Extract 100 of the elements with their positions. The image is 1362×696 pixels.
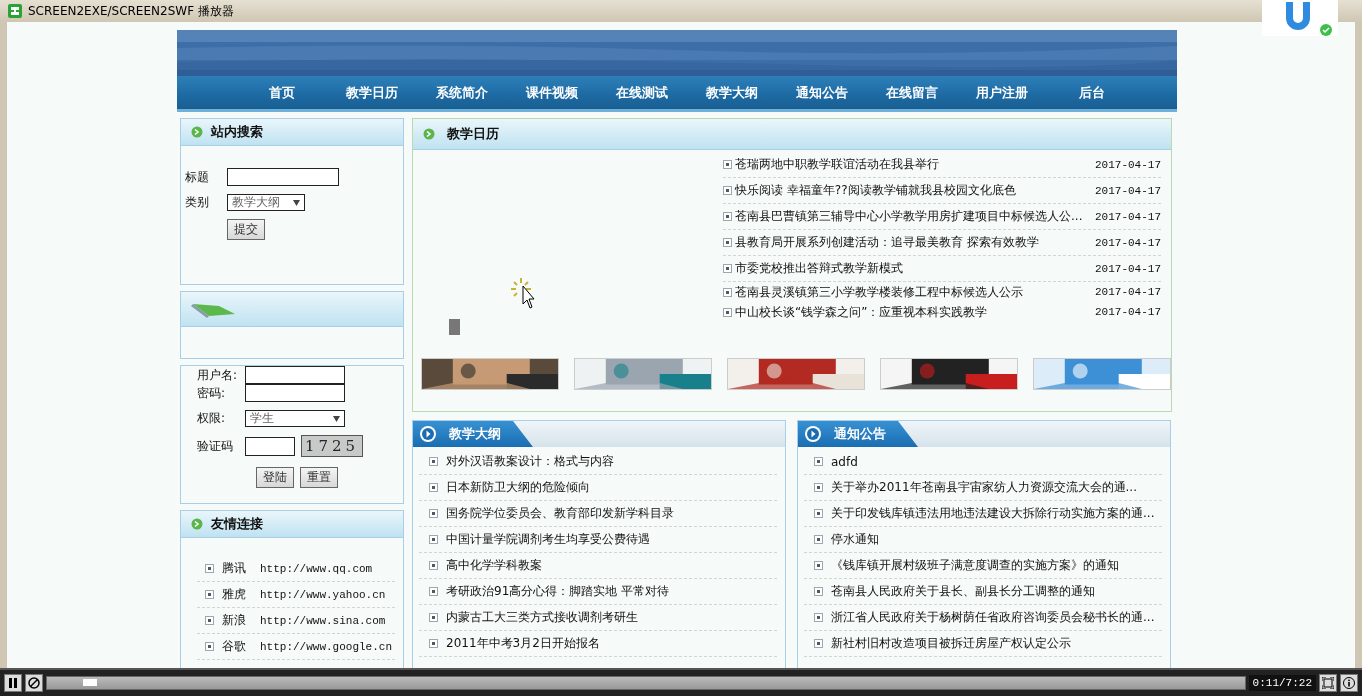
news-link[interactable]: 停水通知 [831, 531, 879, 548]
progress-track[interactable] [46, 676, 1246, 690]
password-input-field[interactable] [245, 384, 345, 402]
bullet-icon [814, 587, 823, 596]
link-url[interactable]: http://www.sina.com [260, 614, 386, 627]
news-date: 2017-04-17 [1095, 286, 1161, 298]
fullscreen-button[interactable] [1319, 674, 1337, 692]
role-select[interactable]: 学生 [245, 410, 345, 427]
play-circle-icon [419, 425, 437, 443]
news-link[interactable]: 国务院学位委员会、教育部印发新学科目录 [446, 505, 674, 522]
news-link[interactable]: 关于举办2011年苍南县宇宙家纺人力资源交流大会的通... [831, 479, 1137, 496]
news-link[interactable]: 对外汉语教案设计：格式与内容 [446, 453, 614, 470]
arrow-circle-icon [423, 128, 435, 140]
nav-link[interactable]: 课件视频 [507, 83, 597, 102]
title-input-field[interactable] [227, 168, 339, 186]
news-link[interactable]: 新社村旧村改造项目被拆迁房屋产权认定公示 [831, 635, 1071, 652]
link-url[interactable]: http://www.yahoo.cn [260, 588, 386, 601]
link-name[interactable]: 新浪 [222, 612, 252, 629]
link-name[interactable]: 谷歌 [222, 638, 252, 655]
news-link[interactable]: adfd [831, 454, 858, 469]
bullet-icon [723, 264, 732, 273]
news-link[interactable]: 苍南县人民政府关于县长、副县长分工调整的通知 [831, 583, 1095, 600]
nav-link[interactable]: 教学大纲 [687, 83, 777, 102]
news-date: 2017-04-17 [1095, 262, 1161, 275]
link-url[interactable]: http://www.qq.com [260, 562, 373, 575]
username-input-field[interactable] [245, 366, 345, 384]
field-label: 标题 [185, 168, 210, 186]
arrow-circle-icon [191, 518, 203, 530]
nav-link[interactable]: 用户注册 [957, 83, 1047, 102]
news-link[interactable]: 快乐阅读 幸福童年??阅读教学铺就我县校园文化底色 [735, 182, 1092, 199]
form-button[interactable]: 重置 [300, 467, 338, 488]
news-link[interactable]: 2011年中考3月2日开始报名 [446, 635, 600, 652]
bullet-icon [814, 639, 823, 648]
news-link[interactable]: 《钱库镇开展村级班子满意度调查的实施方案》的通知 [831, 557, 1119, 574]
news-date: 2017-04-17 [1095, 158, 1161, 171]
news-date: 2017-04-17 [1095, 210, 1161, 223]
news-link[interactable]: 苍南县巴曹镇第三辅导中心小学教学用房扩建项目中标候选人公... [735, 208, 1092, 225]
news-link[interactable]: 县教育局开展系列创建活动：追寻最美教育 探索有效教学 [735, 234, 1092, 251]
nav-link[interactable]: 教学日历 [327, 83, 417, 102]
dropdown-icon [293, 199, 300, 206]
news-link[interactable]: 关于印发钱库镇违法用地违法建设大拆除行动实施方案的通... [831, 505, 1155, 522]
bullet-icon [429, 587, 438, 596]
bullet-icon [814, 509, 823, 518]
mute-button[interactable] [25, 674, 43, 692]
link-name[interactable]: 雅虎 [222, 586, 252, 603]
category-select[interactable]: 教学大纲 [227, 194, 305, 211]
link-url[interactable]: http://www.google.cn [260, 640, 393, 653]
nav-link[interactable]: 在线留言 [867, 83, 957, 102]
bullet-icon [429, 613, 438, 622]
bullet-icon [429, 639, 438, 648]
bullet-icon [723, 160, 732, 169]
bullet-icon [723, 307, 732, 317]
captcha-image: 1725 [301, 435, 363, 457]
form-button[interactable]: 登陆 [256, 467, 294, 488]
news-link[interactable]: 日本新防卫大纲的危险倾向 [446, 479, 590, 496]
news-link[interactable]: 中国计量学院调剂考生均享受公费待遇 [446, 531, 650, 548]
dropdown-icon [333, 415, 340, 422]
app-logo-icon [8, 4, 22, 18]
pause-button[interactable] [4, 674, 22, 692]
bullet-icon [205, 616, 214, 625]
nav-link[interactable]: 通知公告 [777, 83, 867, 102]
captcha-input-field[interactable] [245, 436, 295, 456]
progress-thumb[interactable] [82, 679, 97, 686]
bullet-icon [205, 642, 214, 651]
news-link[interactable]: 市委党校推出答辩式教学新模式 [735, 260, 1092, 277]
bullet-icon [723, 238, 732, 247]
bullet-icon [723, 186, 732, 195]
bullet-icon [429, 483, 438, 492]
news-date: 2017-04-17 [1095, 184, 1161, 197]
field-label: 验证码 [197, 437, 234, 455]
bullet-icon [723, 212, 732, 221]
news-link[interactable]: 苍瑞两地中职教学联谊活动在我县举行 [735, 156, 1092, 173]
nav-link[interactable]: 后台 [1047, 83, 1137, 102]
panel-title: 友情连接 [211, 515, 263, 533]
news-link[interactable]: 高中化学学科教案 [446, 557, 542, 574]
field-label: 用户名: [197, 366, 239, 384]
bullet-icon [205, 590, 214, 599]
news-link[interactable]: 中山校长谈“钱学森之问”：应重视本科实践教学 [735, 303, 1092, 321]
nav-link[interactable]: 首页 [237, 83, 327, 102]
playback-time: 0:11/7:22 [1248, 675, 1316, 691]
bullet-icon [814, 457, 823, 466]
nav-link[interactable]: 在线测试 [597, 83, 687, 102]
link-name[interactable]: 腾讯 [222, 560, 252, 577]
panel-title: 教学大纲 [449, 425, 501, 443]
bullet-icon [814, 561, 823, 570]
news-date: 2017-04-17 [1095, 236, 1161, 249]
field-label: 权限: [197, 410, 227, 427]
news-date: 2017-04-17 [1095, 306, 1161, 318]
nav-link[interactable]: 系统简介 [417, 83, 507, 102]
news-link[interactable]: 考研政治91高分心得：脚踏实地 平常对待 [446, 583, 670, 600]
bullet-icon [205, 564, 214, 573]
submit-button[interactable]: 提交 [227, 219, 265, 240]
fullscreen-icon [1322, 677, 1334, 689]
field-label: 密码: [197, 384, 227, 402]
news-link[interactable]: 苍南县灵溪镇第三小学教学楼装修工程中标候选人公示 [735, 283, 1092, 301]
news-link[interactable]: 内蒙古工大三类方式接收调剂考研生 [446, 609, 638, 626]
info-button[interactable] [1340, 674, 1358, 692]
panel-title: 站内搜索 [211, 123, 263, 141]
news-link[interactable]: 浙江省人民政府关于杨树荫任省政府咨询委员会秘书长的通... [831, 609, 1155, 626]
play-circle-icon [804, 425, 822, 443]
